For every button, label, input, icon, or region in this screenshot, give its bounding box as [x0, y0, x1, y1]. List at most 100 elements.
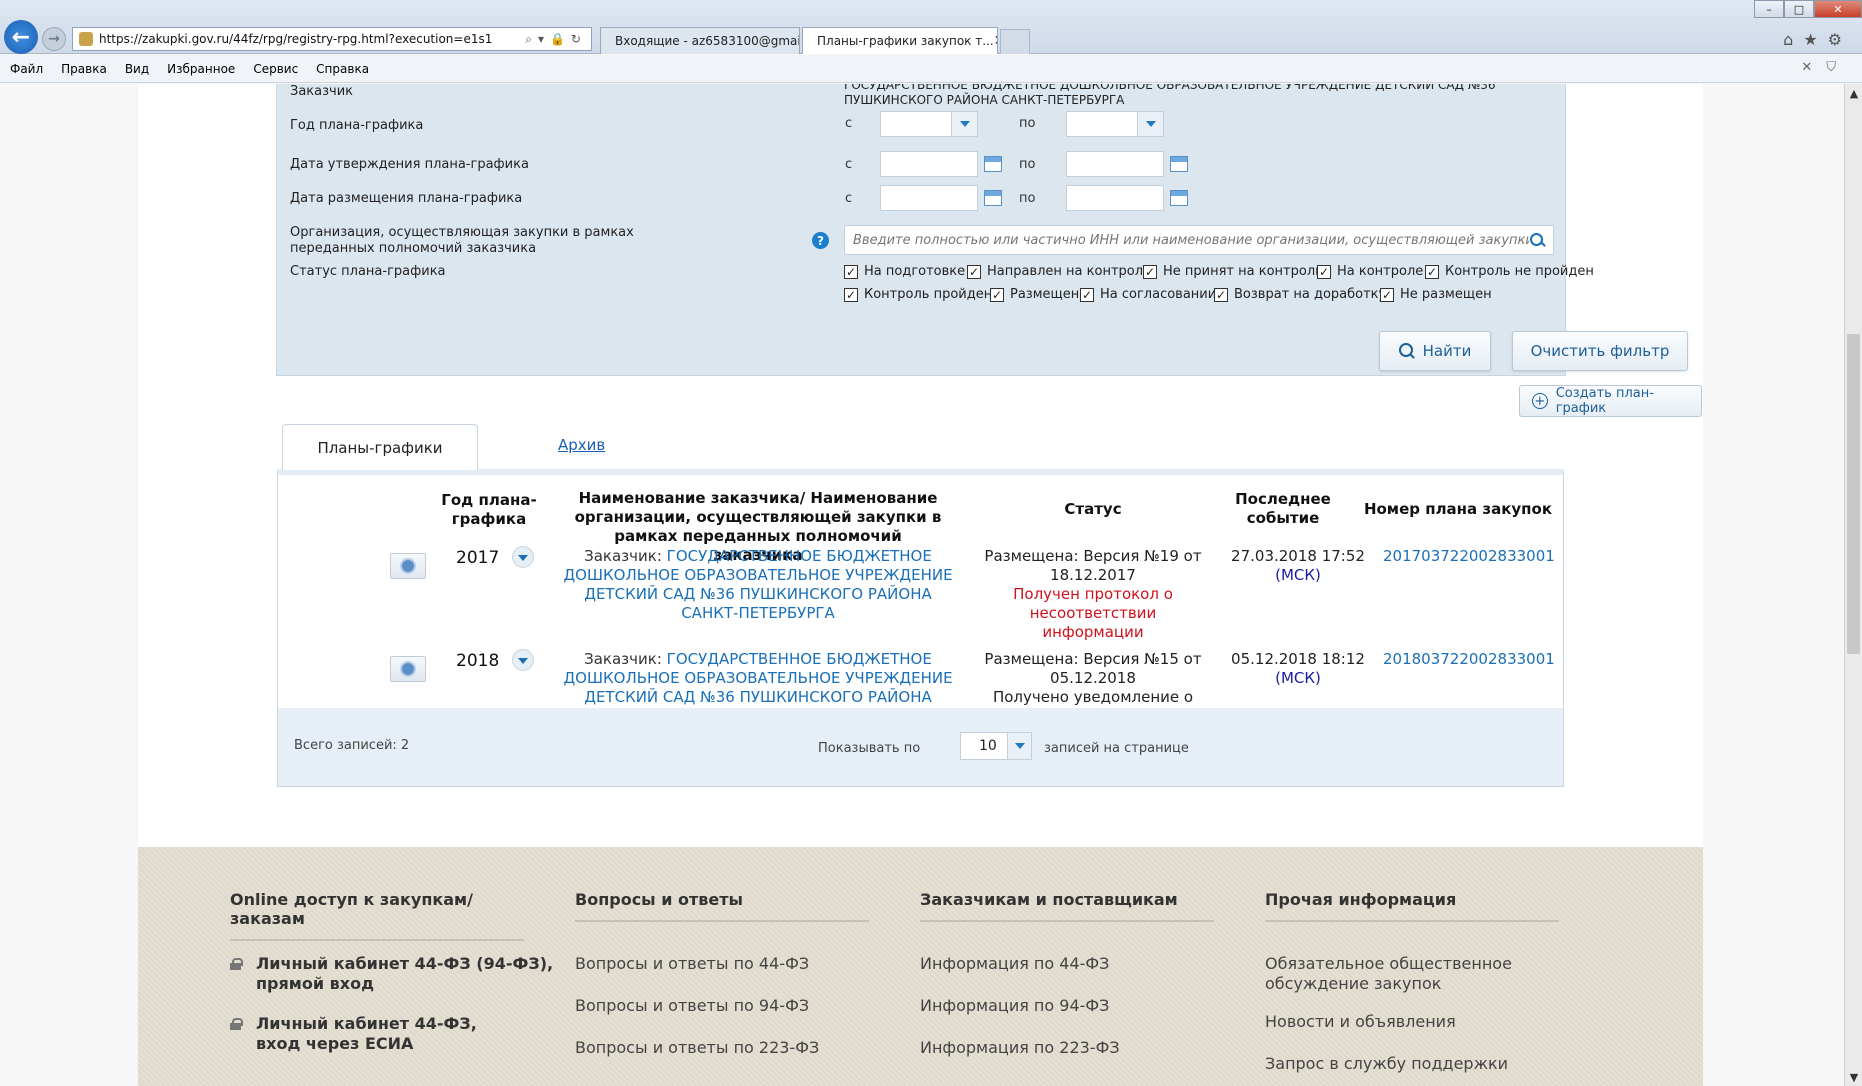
create-plan-label: Создать план-график — [1555, 386, 1654, 416]
footer-link-cabinet-esia[interactable]: Личный кабинет 44-ФЗ, вход через ЕСИА — [256, 1014, 496, 1054]
search-icon[interactable] — [1529, 232, 1545, 248]
checkbox-checked-icon[interactable]: ✓ — [844, 264, 858, 279]
checkbox-checked-icon[interactable]: ✓ — [1080, 287, 1094, 302]
checkbox-label: Не принят на контроль — [1163, 264, 1323, 279]
tab-archive[interactable]: Архив — [558, 436, 605, 454]
vertical-scrollbar[interactable]: ▲ ▼ — [1844, 84, 1862, 1086]
menu-edit[interactable]: Правка — [61, 62, 107, 76]
footer-link-info-94[interactable]: Информация по 94-ФЗ — [920, 996, 1109, 1016]
row-year: 2017 — [456, 548, 500, 568]
checkbox-label: Направлен на контроль — [987, 264, 1151, 279]
help-icon[interactable]: ? — [812, 232, 829, 249]
status-checkbox[interactable]: ✓ На подготовке — [844, 264, 965, 279]
address-bar[interactable]: https://zakupki.gov.ru/44fz/rpg/registry… — [72, 27, 592, 51]
publish-date-from-input[interactable] — [880, 185, 978, 211]
checkbox-checked-icon[interactable]: ✓ — [990, 287, 1004, 302]
new-tab-button[interactable] — [1000, 29, 1030, 54]
event-timezone: (МСК) — [1275, 669, 1321, 687]
tab-gmail[interactable]: Входящие - az6583100@gmail.... — [600, 27, 800, 54]
minimize-button[interactable]: – — [1754, 0, 1784, 18]
chevron-down-icon[interactable] — [951, 112, 977, 136]
org-search-input[interactable] — [853, 232, 1529, 248]
footer-link-cabinet[interactable]: Личный кабинет 44-ФЗ (94-ФЗ), прямой вхо… — [256, 954, 556, 994]
clear-filter-button[interactable]: Очистить фильтр — [1512, 331, 1688, 371]
header-number: Номер плана закупок — [1363, 500, 1553, 518]
calendar-icon[interactable] — [1170, 156, 1188, 172]
back-arrow-icon[interactable]: ← — [4, 20, 38, 54]
checkbox-label: Не размещен — [1400, 287, 1492, 302]
row-status: Размещена: Версия №19 от 18.12.2017 Полу… — [978, 547, 1208, 642]
approve-date-to-input[interactable] — [1066, 151, 1164, 177]
checkbox-checked-icon[interactable]: ✓ — [844, 287, 858, 302]
status-checkbox[interactable]: ✓ Возврат на доработку — [1214, 287, 1386, 302]
footer-link-qa-44[interactable]: Вопросы и ответы по 44-ФЗ — [575, 954, 809, 974]
chevron-down-icon[interactable] — [512, 649, 534, 671]
tab-plans-browser[interactable]: Планы-графики закупок т... ✕ — [802, 27, 998, 54]
lock-icon — [230, 1018, 243, 1030]
tab-plans[interactable]: Планы-графики — [282, 424, 478, 470]
approve-date-from-input[interactable] — [880, 151, 978, 177]
checkbox-checked-icon[interactable]: ✓ — [1143, 264, 1157, 279]
chevron-down-icon[interactable] — [1137, 112, 1163, 136]
forward-arrow-icon[interactable]: → — [42, 27, 66, 51]
chevron-down-icon[interactable] — [1007, 733, 1031, 759]
home-favorites-settings-icon[interactable]: ⌂★⚙ — [1783, 30, 1852, 49]
close-window-button[interactable]: ✕ — [1814, 0, 1862, 18]
plan-card-icon[interactable] — [390, 553, 426, 579]
scroll-thumb[interactable] — [1847, 334, 1860, 654]
checkbox-label: На подготовке — [864, 264, 966, 279]
to-label: по — [1019, 191, 1036, 206]
checkbox-checked-icon[interactable]: ✓ — [1214, 287, 1228, 302]
scroll-up-icon[interactable]: ▲ — [1845, 84, 1862, 102]
status-checkbox[interactable]: ✓ На контроле — [1317, 264, 1423, 279]
menu-file[interactable]: Файл — [10, 62, 43, 76]
chevron-down-icon[interactable] — [512, 546, 534, 568]
status-checkbox[interactable]: ✓ Не размещен — [1380, 287, 1492, 302]
footer-link-info-223[interactable]: Информация по 223-ФЗ — [920, 1038, 1120, 1058]
customer-label: Заказчик — [290, 84, 354, 99]
status-checkbox[interactable]: ✓ Направлен на контроль — [967, 264, 1151, 279]
footer-link-support[interactable]: Запрос в службу поддержки — [1265, 1054, 1508, 1074]
header-status: Статус — [1064, 500, 1122, 518]
menu-bar: Файл Правка Вид Избранное Сервис Справка… — [0, 55, 1862, 83]
address-actions-icon[interactable]: ⌕▾🔒↻ — [525, 32, 591, 47]
page-content: Заказчик ГОСУДАРСТВЕННОЕ БЮДЖЕТНОЕ ДОШКО… — [138, 84, 1703, 1086]
menu-view[interactable]: Вид — [125, 62, 149, 76]
year-from-select[interactable] — [880, 111, 978, 137]
status-checkbox[interactable]: ✓ Не принят на контроль — [1143, 264, 1323, 279]
create-plan-button[interactable]: + Создать план-график — [1519, 385, 1702, 417]
calendar-icon[interactable] — [984, 190, 1002, 206]
status-checkbox[interactable]: ✓ Размещен — [990, 287, 1079, 302]
plan-number-link[interactable]: 201703722002833001 — [1383, 547, 1555, 565]
header-event: Последнее событие — [1235, 490, 1331, 527]
plan-card-icon[interactable] — [390, 656, 426, 682]
footer-link-info-44[interactable]: Информация по 44-ФЗ — [920, 954, 1109, 974]
footer-link-news[interactable]: Новости и объявления — [1265, 1012, 1456, 1032]
menu-favorites[interactable]: Избранное — [167, 62, 235, 76]
checkbox-checked-icon[interactable]: ✓ — [1425, 264, 1439, 279]
calendar-icon[interactable] — [1170, 190, 1188, 206]
menu-tools[interactable]: Сервис — [253, 62, 298, 76]
close-tab-icon[interactable]: ✕ — [994, 33, 997, 49]
footer-link-discussion[interactable]: Обязательное общественное обсуждение зак… — [1265, 954, 1585, 994]
footer-link-qa-223[interactable]: Вопросы и ответы по 223-ФЗ — [575, 1038, 819, 1058]
checkbox-checked-icon[interactable]: ✓ — [1380, 287, 1394, 302]
calendar-icon[interactable] — [984, 156, 1002, 172]
url-text[interactable]: https://zakupki.gov.ru/44fz/rpg/registry… — [99, 32, 525, 46]
org-search-field[interactable] — [844, 225, 1554, 255]
status-checkbox[interactable]: ✓ Контроль не пройден — [1425, 264, 1594, 279]
year-to-select[interactable] — [1066, 111, 1164, 137]
per-page-select[interactable]: 10 — [960, 732, 1032, 760]
scroll-down-icon[interactable]: ▼ — [1845, 1068, 1862, 1086]
checkbox-checked-icon[interactable]: ✓ — [967, 264, 981, 279]
close-shield-icon[interactable]: ✕⛉ — [1801, 60, 1850, 75]
plan-number-link[interactable]: 201803722002833001 — [1383, 650, 1555, 668]
checkbox-checked-icon[interactable]: ✓ — [1317, 264, 1331, 279]
status-checkbox[interactable]: ✓ Контроль пройден — [844, 287, 992, 302]
maximize-button[interactable]: □ — [1784, 0, 1814, 18]
status-checkbox[interactable]: ✓ На согласовании — [1080, 287, 1216, 302]
publish-date-to-input[interactable] — [1066, 185, 1164, 211]
menu-help[interactable]: Справка — [316, 62, 369, 76]
find-button[interactable]: Найти — [1379, 331, 1491, 371]
footer-link-qa-94[interactable]: Вопросы и ответы по 94-ФЗ — [575, 996, 809, 1016]
